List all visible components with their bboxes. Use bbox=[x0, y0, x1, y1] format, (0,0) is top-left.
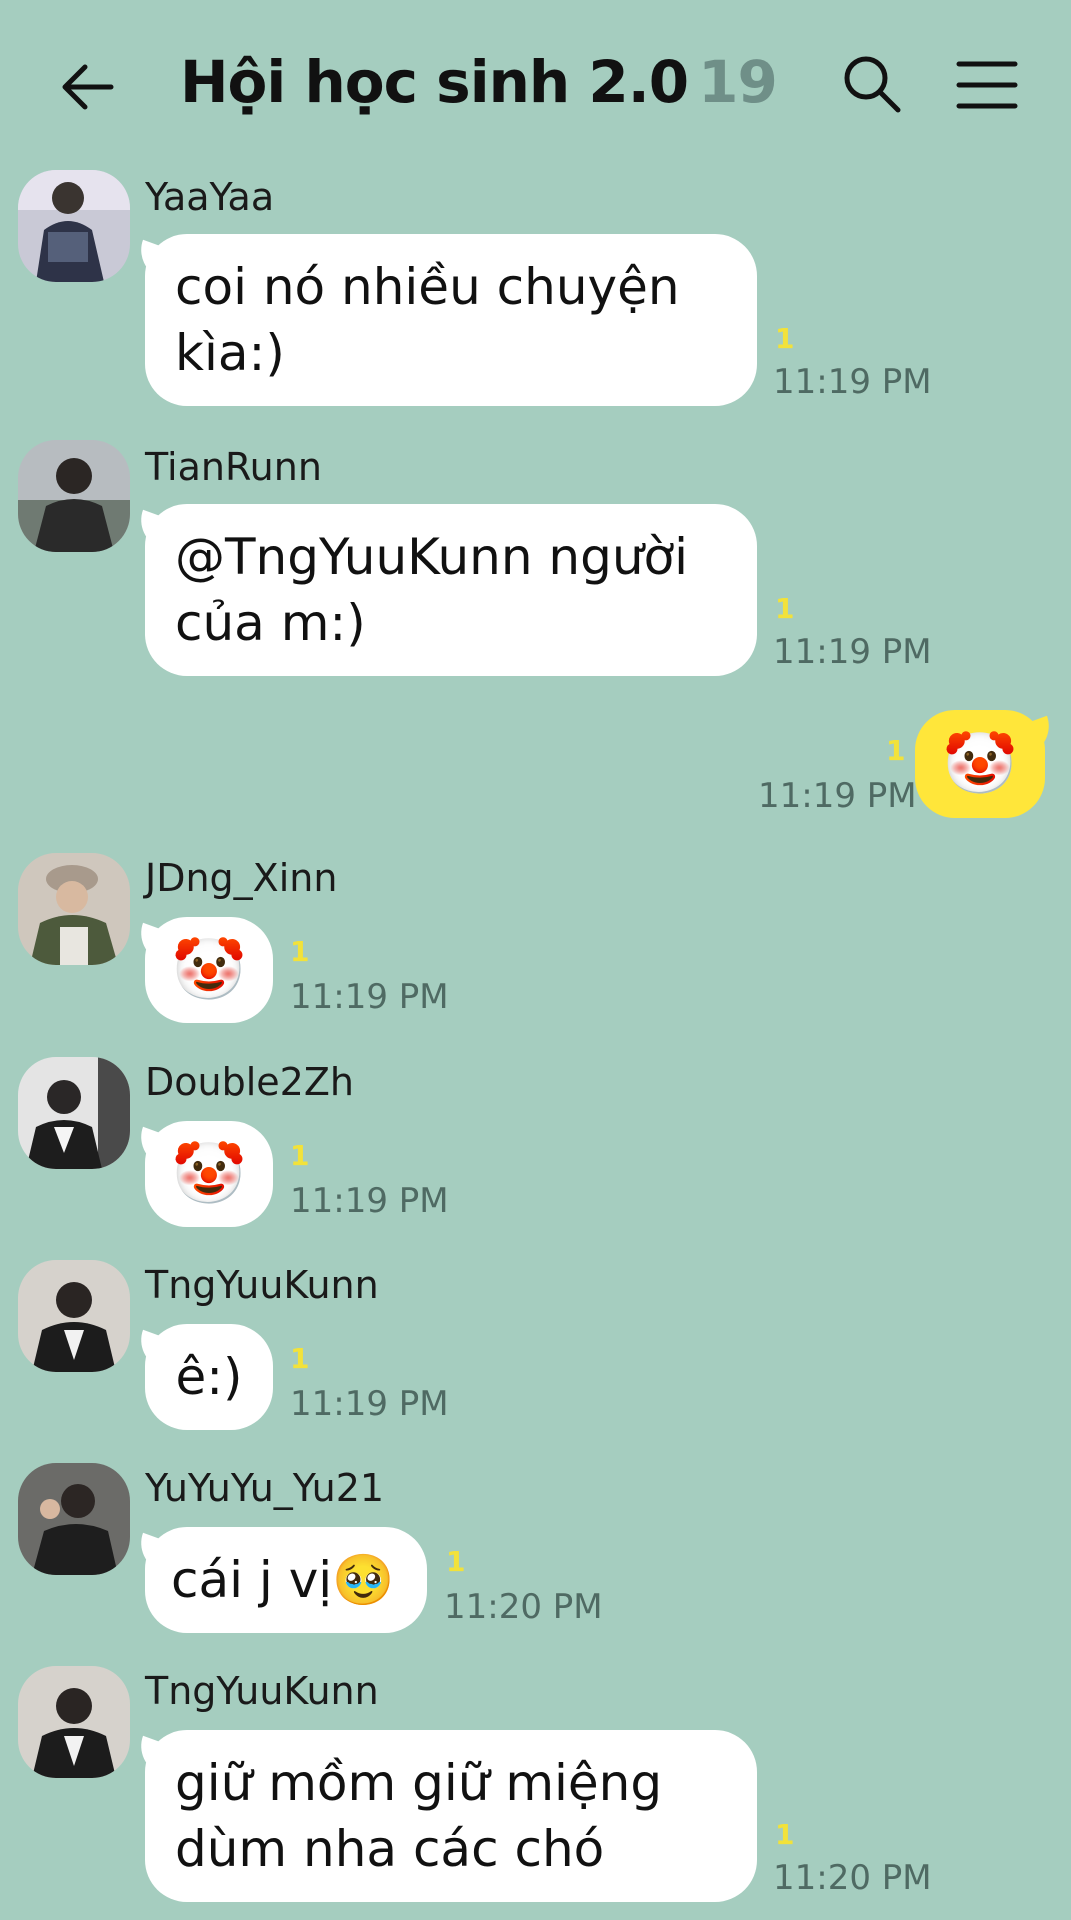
avatar[interactable] bbox=[18, 1057, 130, 1169]
sender-name: YaaYaa bbox=[145, 175, 275, 219]
back-button[interactable] bbox=[55, 55, 119, 119]
unread-count: 1 bbox=[446, 1545, 466, 1578]
avatar-photo bbox=[18, 1666, 130, 1778]
avatar[interactable] bbox=[18, 853, 130, 965]
message-bubble[interactable]: @TngYuuKunn người của m:) bbox=[145, 504, 757, 676]
message-text: 🤡 bbox=[171, 1139, 247, 1209]
unread-count: 1 bbox=[290, 935, 310, 968]
avatar-photo bbox=[18, 1260, 130, 1372]
message-time: 11:19 PM bbox=[773, 362, 932, 402]
message-text: 🤡 bbox=[171, 935, 247, 1005]
sender-name: TianRunn bbox=[145, 445, 322, 489]
message-text: coi nó nhiều chuyện kìa:) bbox=[175, 258, 680, 382]
message-text: ê:) bbox=[175, 1348, 243, 1406]
message-time: 11:19 PM bbox=[290, 1384, 449, 1424]
chat-header: Hội học sinh 2.0 19 bbox=[0, 0, 1071, 170]
message-text: @TngYuuKunn người của m:) bbox=[175, 528, 689, 652]
message-time: 11:19 PM bbox=[773, 632, 932, 672]
message-time: 11:20 PM bbox=[444, 1587, 603, 1627]
sender-name: YuYuYu_Yu21 bbox=[145, 1466, 385, 1510]
avatar-photo bbox=[18, 1057, 130, 1169]
chat-title: Hội học sinh 2.0 19 bbox=[180, 48, 778, 116]
sender-name: TngYuuKunn bbox=[145, 1263, 379, 1307]
message-bubble[interactable]: cái j vị🥹 bbox=[145, 1527, 427, 1633]
unread-count: 1 bbox=[775, 322, 795, 355]
message-bubble[interactable]: coi nó nhiều chuyện kìa:) bbox=[145, 234, 757, 406]
menu-icon bbox=[956, 61, 1018, 109]
sender-name: Double2Zh bbox=[145, 1060, 354, 1104]
message-time: 11:19 PM bbox=[290, 977, 449, 1017]
message-text: 🤡 bbox=[942, 729, 1018, 799]
arrow-left-icon bbox=[62, 64, 114, 110]
menu-button[interactable] bbox=[955, 58, 1019, 112]
message-bubble[interactable]: 🤡 bbox=[915, 710, 1045, 818]
avatar[interactable] bbox=[18, 1463, 130, 1575]
avatar[interactable] bbox=[18, 170, 130, 282]
avatar-photo bbox=[18, 1463, 130, 1575]
search-icon bbox=[844, 56, 901, 113]
message-text: giữ mồm giữ miệng dùm nha các chó bbox=[175, 1754, 663, 1878]
avatar-photo bbox=[18, 170, 130, 282]
message-bubble[interactable]: ê:) bbox=[145, 1324, 273, 1430]
message-bubble[interactable]: 🤡 bbox=[145, 917, 273, 1023]
message-time: 11:20 PM bbox=[773, 1858, 932, 1898]
avatar[interactable] bbox=[18, 1260, 130, 1372]
unread-count: 1 bbox=[775, 1818, 795, 1851]
unread-count: 1 bbox=[886, 734, 906, 767]
search-button[interactable] bbox=[840, 52, 904, 116]
sender-name: JDng_Xinn bbox=[145, 856, 338, 900]
message-bubble[interactable]: 🤡 bbox=[145, 1121, 273, 1227]
message-bubble[interactable]: giữ mồm giữ miệng dùm nha các chó bbox=[145, 1730, 757, 1902]
sender-name: TngYuuKunn bbox=[145, 1669, 379, 1713]
avatar[interactable] bbox=[18, 440, 130, 552]
avatar[interactable] bbox=[18, 1666, 130, 1778]
unread-count: 1 bbox=[290, 1342, 310, 1375]
avatar-photo bbox=[18, 440, 130, 552]
message-time: 11:19 PM bbox=[290, 1181, 449, 1221]
group-name: Hội học sinh 2.0 bbox=[180, 48, 689, 116]
unread-count: 1 bbox=[775, 592, 795, 625]
member-count: 19 bbox=[698, 48, 778, 116]
avatar-photo bbox=[18, 853, 130, 965]
message-time: 11:19 PM bbox=[758, 776, 917, 816]
unread-count: 1 bbox=[290, 1139, 310, 1172]
message-text: cái j vị🥹 bbox=[171, 1551, 395, 1609]
